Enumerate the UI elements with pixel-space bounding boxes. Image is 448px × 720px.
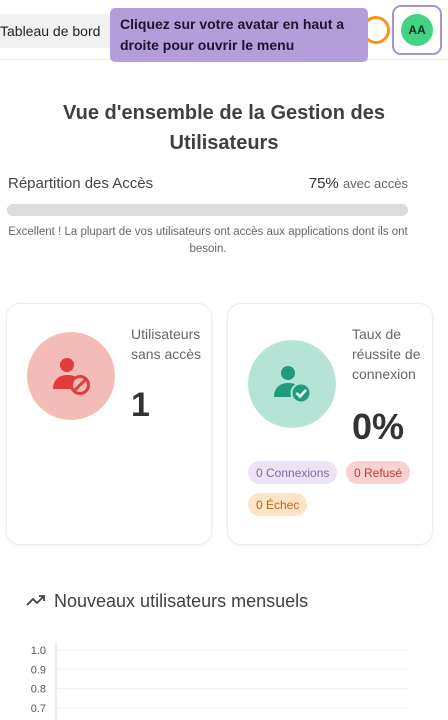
access-note: Excellent ! La plupart de vos utilisateu… (8, 226, 408, 255)
access-progress-bar (7, 204, 408, 216)
refused-badge: 0 Refusé (346, 461, 411, 484)
avatar-highlight-frame: AA (392, 5, 442, 55)
access-distribution-label: Répartition des Accès (8, 175, 154, 192)
breadcrumb-label: Tableau de bord (0, 23, 101, 39)
y-tick-label: 0.7 (31, 703, 46, 715)
login-success-rate-label: Taux de réussite de connexion (352, 326, 421, 382)
y-tick-label: 1.0 (31, 645, 46, 657)
page-title: Vue d'ensemble de la Gestion des Utilisa… (63, 102, 385, 154)
breadcrumb-dashboard[interactable]: Tableau de bord (0, 14, 114, 48)
failed-badge: 0 Échec (248, 493, 308, 516)
users-without-access-value: 1 (131, 386, 150, 424)
user-blocked-icon (27, 332, 115, 420)
monthly-new-users-header: Nouveaux utilisateurs mensuels (26, 591, 308, 612)
top-bar: Tableau de bord Cliquez sur votre avatar… (0, 0, 448, 62)
users-without-access-card: Utilisateurs sans accès 1 (6, 303, 212, 545)
monthly-new-users-chart: 1.0 0.9 0.8 0.7 (31, 642, 408, 720)
login-success-rate-card: Taux de réussite de connexion 0% 0 Conne… (227, 303, 433, 545)
avatar-button[interactable]: AA (401, 14, 433, 46)
access-progress-fill (7, 204, 308, 216)
monthly-new-users-title: Nouveaux utilisateurs mensuels (54, 591, 309, 611)
connections-badge: 0 Connexions (248, 461, 338, 484)
login-success-rate-value: 0% (352, 406, 405, 447)
access-distribution-value: 75% avec accès (309, 175, 408, 192)
access-percent: 75% (308, 175, 339, 192)
y-tick-label: 0.8 (31, 684, 46, 696)
y-tick-label: 0.9 (31, 664, 46, 676)
users-without-access-label: Utilisateurs sans accès (131, 326, 202, 362)
user-check-icon (248, 340, 336, 428)
avatar-initials: AA (408, 23, 426, 37)
onboarding-tooltip: Cliquez sur votre avatar en haut a droit… (110, 8, 368, 62)
trending-up-icon (26, 591, 46, 612)
access-suffix: avec accès (342, 176, 408, 191)
